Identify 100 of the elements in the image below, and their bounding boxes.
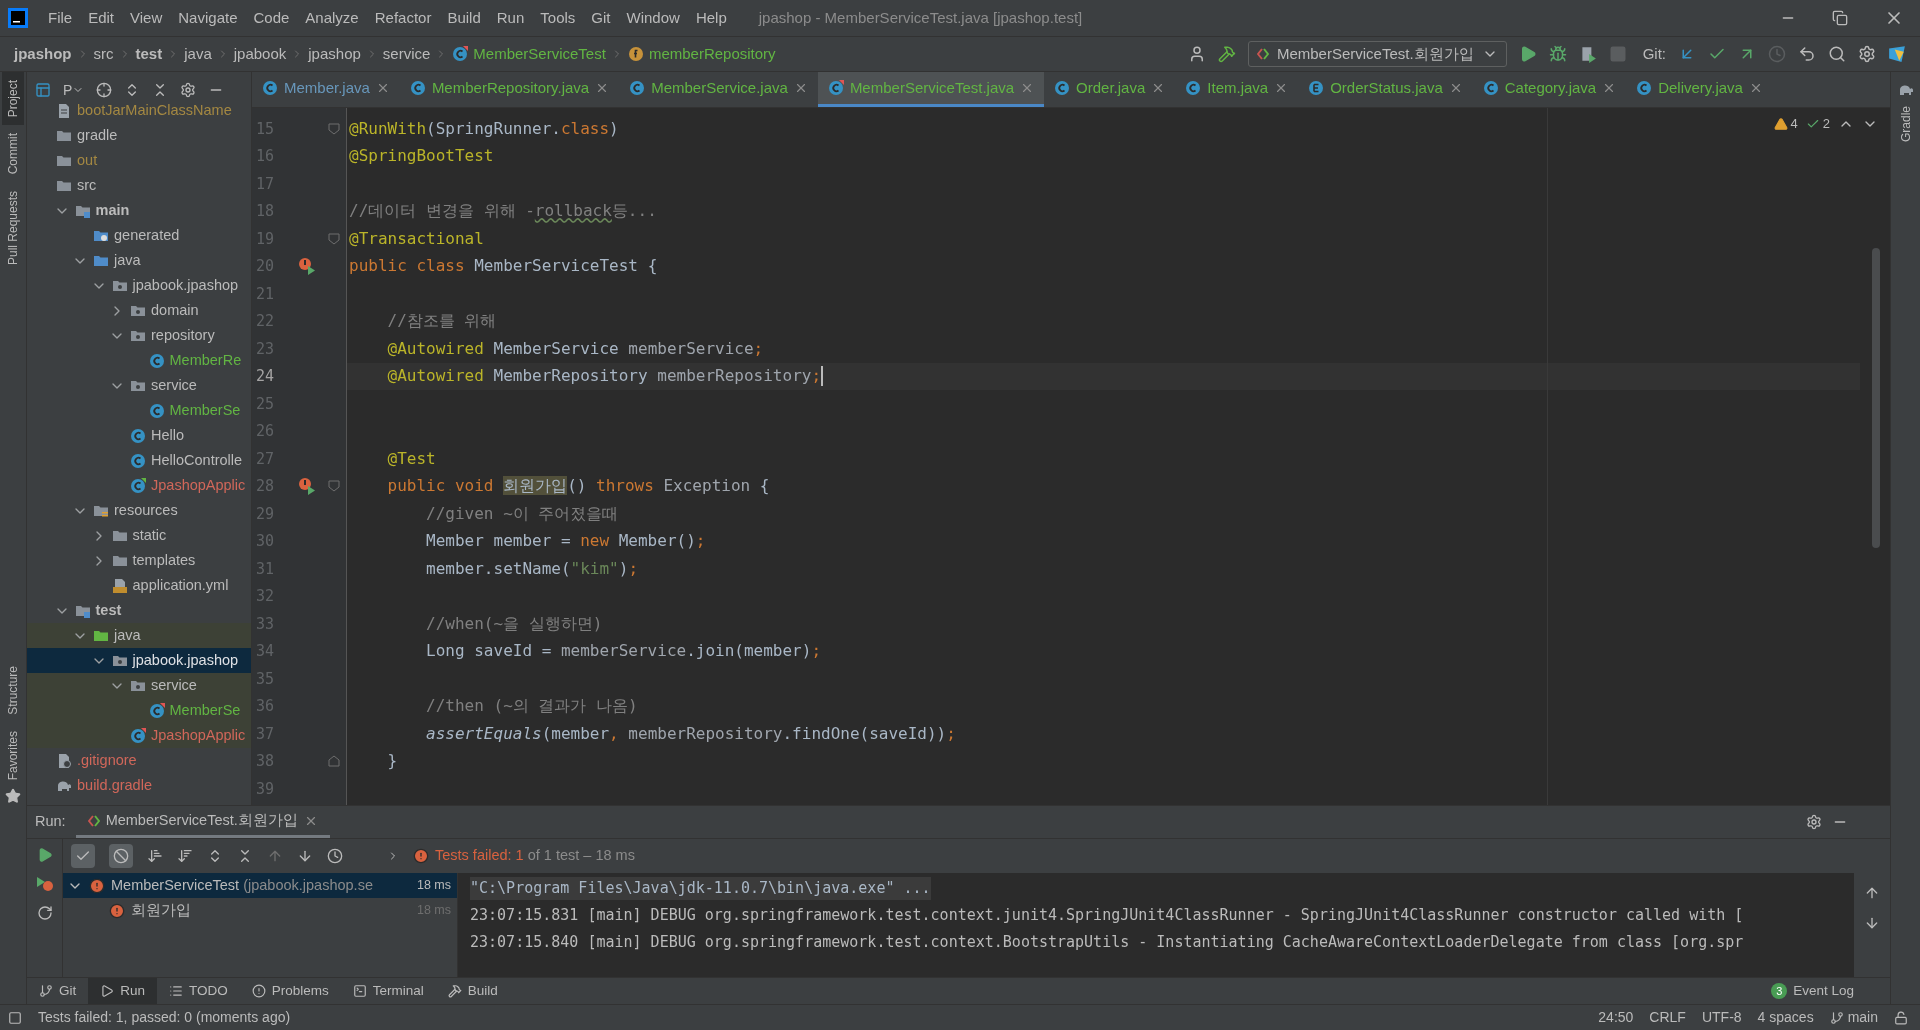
tree-item[interactable]: out — [27, 148, 251, 173]
tool-window-tab[interactable]: TODO — [157, 978, 240, 1004]
editor-tab[interactable]: Order.java — [1044, 72, 1176, 107]
tree-item[interactable]: generated — [27, 223, 251, 248]
breadcrumb-item[interactable]: java — [184, 42, 212, 66]
breadcrumb-item[interactable]: service — [382, 42, 431, 66]
menu-item[interactable]: Help — [687, 6, 735, 30]
test-failed-icon[interactable] — [298, 477, 316, 496]
settings-icon[interactable] — [1806, 814, 1822, 830]
tree-item[interactable]: MemberRe — [27, 348, 251, 373]
tree-item[interactable]: repository — [27, 323, 251, 348]
tool-window-tab[interactable]: Gradle — [1894, 98, 1917, 151]
tool-window-tab[interactable]: Pull Requests — [2, 182, 24, 273]
event-log-button[interactable]: 3 Event Log — [1771, 980, 1854, 1002]
tree-item[interactable]: MemberSe — [27, 698, 251, 723]
menu-item[interactable]: Refactor — [366, 6, 440, 30]
scroll-up-icon[interactable] — [1864, 885, 1880, 901]
tree-item[interactable]: jpabook.jpashop — [27, 648, 251, 673]
show-ignored-toggle[interactable] — [109, 844, 133, 868]
tree-item[interactable]: gradle — [27, 123, 251, 148]
breadcrumb-item[interactable]: memberRepository — [627, 42, 776, 66]
line-separator[interactable]: CRLF — [1649, 1007, 1686, 1028]
menu-item[interactable]: File — [40, 6, 81, 30]
branch-selector[interactable]: main — [1829, 1007, 1878, 1028]
tree-item[interactable]: Hello — [27, 423, 251, 448]
tree-item[interactable]: bootJarMainClassName — [27, 98, 251, 123]
breadcrumb-item[interactable]: test — [135, 42, 163, 66]
editor-tab[interactable]: Item.java — [1175, 72, 1299, 107]
restore-icon[interactable] — [1832, 10, 1848, 26]
next-failed-icon[interactable] — [297, 848, 313, 864]
locate-icon[interactable] — [96, 82, 113, 98]
tree-item[interactable]: src — [27, 173, 251, 198]
sort-duration-icon[interactable] — [177, 848, 193, 864]
fold-icon[interactable] — [328, 122, 340, 135]
breadcrumb-item[interactable]: src — [93, 42, 114, 66]
tree-item[interactable]: jpabook.jpashop — [27, 273, 251, 298]
tool-window-tab[interactable]: Commit — [2, 125, 24, 183]
test-failed-icon[interactable] — [298, 257, 316, 276]
editor-tab[interactable]: Member.java — [252, 72, 400, 107]
unlock-icon[interactable] — [1894, 1010, 1908, 1025]
breadcrumb-item[interactable]: jpabook — [233, 42, 287, 66]
menu-item[interactable]: Code — [245, 6, 298, 30]
editor-tab[interactable]: Delivery.java — [1626, 72, 1773, 107]
tool-window-tab[interactable]: Problems — [239, 978, 341, 1004]
editor-tab[interactable]: Category.java — [1472, 72, 1627, 107]
bug-icon[interactable] — [1548, 45, 1567, 63]
scrollbar-thumb[interactable] — [1872, 248, 1880, 548]
show-passed-toggle[interactable] — [71, 844, 95, 868]
editor-tab[interactable]: MemberServiceTest.java — [817, 72, 1045, 107]
weak-warning-count[interactable]: 2 — [1805, 114, 1830, 134]
tree-item[interactable]: JpashopApplic — [27, 723, 251, 748]
sort-alpha-icon[interactable] — [147, 848, 163, 864]
tree-item[interactable]: .gitignore — [27, 748, 251, 773]
tool-window-tab[interactable]: Terminal — [340, 978, 436, 1004]
caret-position[interactable]: 24:50 — [1598, 1007, 1634, 1028]
tree-item[interactable]: service — [27, 373, 251, 398]
plugin-logo-icon[interactable] — [1888, 45, 1906, 63]
scroll-down-icon[interactable] — [1864, 915, 1880, 931]
test-history-icon[interactable] — [327, 848, 343, 864]
rerun-failed-icon[interactable] — [35, 875, 54, 893]
editor-tab[interactable]: OrderStatus.java — [1298, 72, 1473, 107]
menu-item[interactable]: Git — [583, 6, 619, 30]
tree-item[interactable]: main — [27, 198, 251, 223]
search-icon[interactable] — [1828, 45, 1846, 63]
run-configuration-dropdown[interactable]: MemberServiceTest.회원가입 — [1247, 41, 1507, 67]
editor-tab[interactable]: MemberRepository.java — [399, 72, 620, 107]
toggle-auto-test-icon[interactable] — [36, 905, 53, 921]
file-encoding[interactable]: UTF-8 — [1701, 1007, 1742, 1028]
hammer-icon[interactable] — [1217, 45, 1236, 63]
menu-item[interactable]: Edit — [80, 6, 123, 30]
tree-item[interactable]: java — [27, 623, 251, 648]
tool-window-tab[interactable]: Build — [435, 978, 510, 1004]
tree-item[interactable]: resources — [27, 498, 251, 523]
tree-item[interactable]: application.yml — [27, 573, 251, 598]
menu-item[interactable]: View — [122, 6, 171, 30]
tree-item[interactable]: static — [27, 523, 251, 548]
view-dropdown[interactable]: P — [63, 79, 85, 101]
breadcrumb-item[interactable]: jpashop — [14, 42, 72, 66]
run-configuration-tab[interactable]: MemberServiceTest.회원가입 — [75, 806, 330, 838]
tree-item[interactable]: build.gradle — [27, 773, 251, 798]
editor-tab[interactable]: MemberService.java — [619, 72, 818, 107]
fold-icon[interactable] — [328, 232, 340, 245]
warning-count[interactable]: 4 — [1773, 114, 1798, 134]
menu-item[interactable]: Run — [488, 6, 533, 30]
tool-window-tab[interactable]: Project — [2, 72, 24, 126]
tool-window-tab[interactable]: Git — [27, 978, 89, 1004]
tree-item[interactable]: test — [27, 598, 251, 623]
tree-item[interactable]: java — [27, 248, 251, 273]
menu-item[interactable]: Tools — [532, 6, 584, 30]
menu-item[interactable]: Analyze — [297, 6, 367, 30]
fold-icon[interactable] — [328, 755, 340, 768]
breadcrumb-item[interactable]: MemberServiceTest — [452, 42, 606, 66]
tree-item[interactable]: MemberSe — [27, 398, 251, 423]
tree-item[interactable]: templates — [27, 548, 251, 573]
menu-item[interactable]: Build — [439, 6, 489, 30]
breadcrumb-item[interactable]: jpashop — [308, 42, 361, 66]
menu-item[interactable]: Window — [618, 6, 688, 30]
rollback-icon[interactable] — [1798, 45, 1816, 63]
settings-icon[interactable] — [1858, 45, 1876, 63]
tree-item[interactable]: service — [27, 673, 251, 698]
